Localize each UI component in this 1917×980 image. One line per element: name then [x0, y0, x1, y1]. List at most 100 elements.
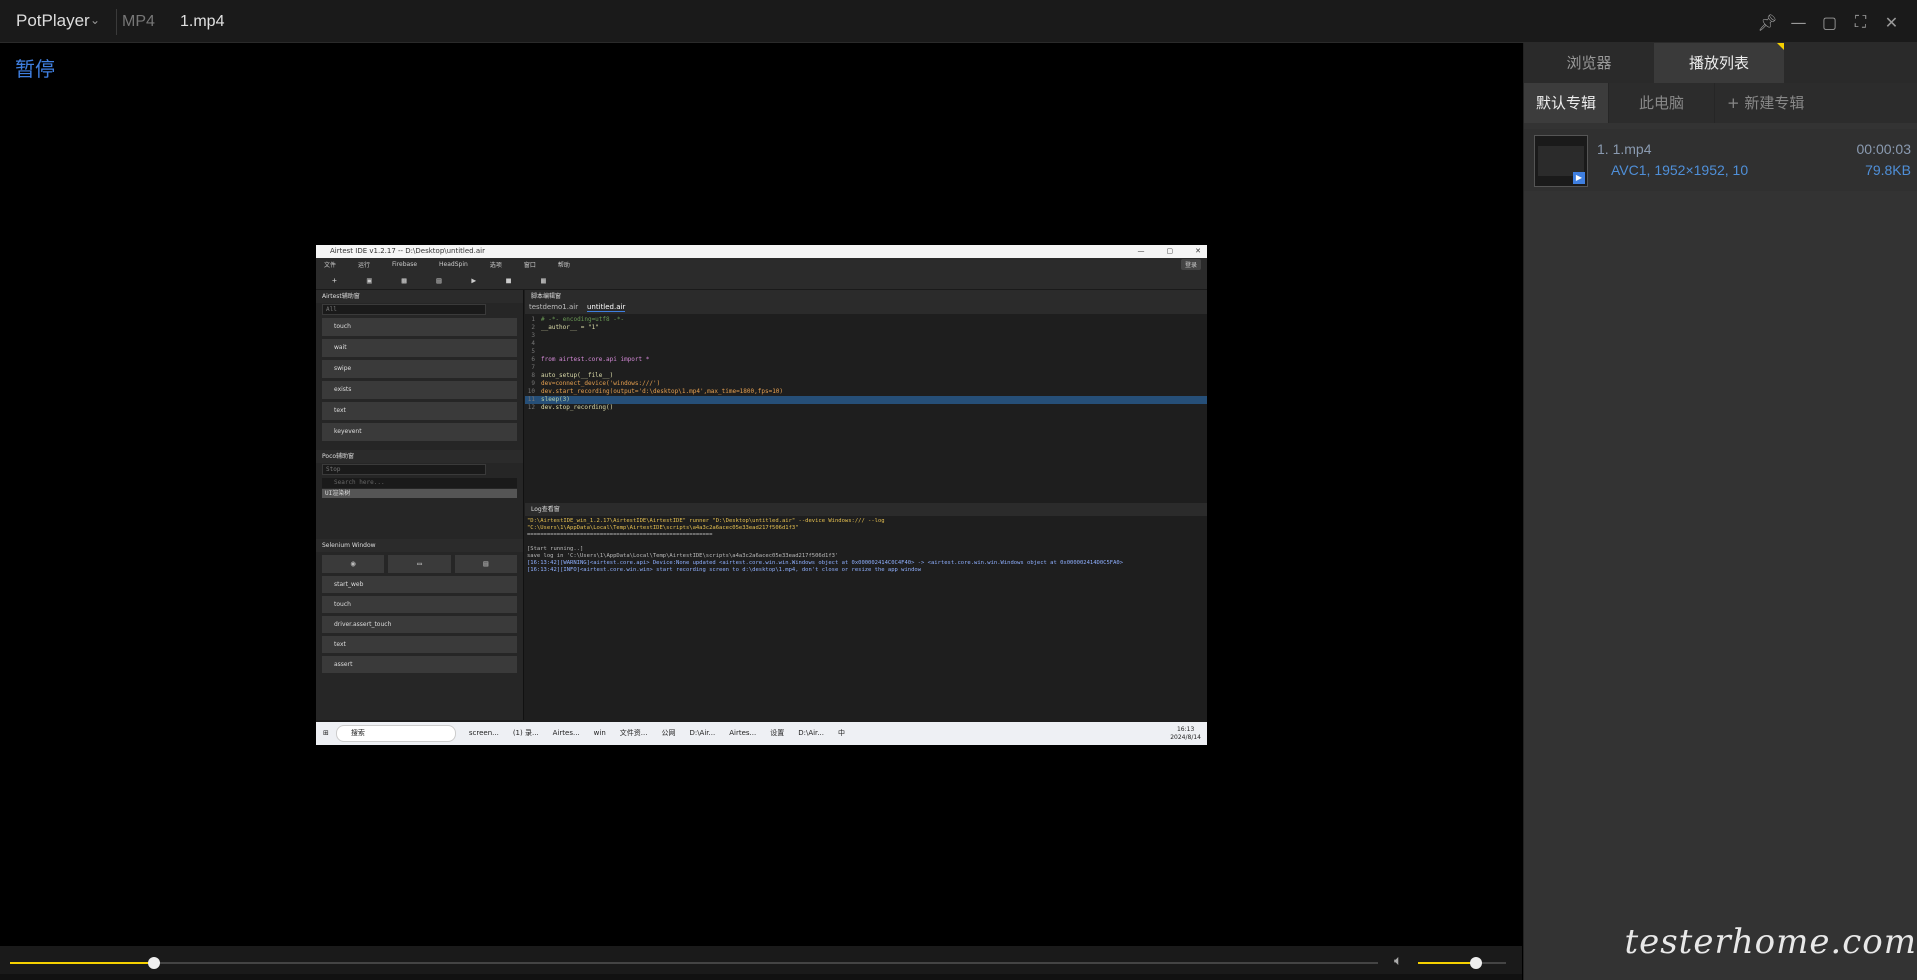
seek-bar[interactable] [10, 957, 1378, 969]
frame-start-icon: ⊞ [323, 729, 329, 737]
selenium-item: text [322, 636, 517, 653]
file-name-label: 1.mp4 [180, 13, 225, 30]
playlist-item-duration: 00:00:03 [1856, 141, 1912, 157]
frame-menu-item: 运行 [358, 262, 371, 269]
frame-menu-item: HeadSpin [439, 261, 468, 268]
selenium-item: start_web [322, 576, 517, 593]
file-format-label: MP4 [122, 13, 155, 30]
frame-login-button: 登录 [1180, 259, 1201, 270]
selenium-monitor-icon: ▭ [388, 555, 451, 573]
pin-icon[interactable]: 📌︎ [1752, 8, 1783, 36]
frame-taskbar-app: screen... [468, 729, 499, 737]
code-line: 2 __author__ = "1" [531, 324, 599, 331]
close-icon[interactable]: ✕ [1876, 8, 1907, 36]
seek-handle[interactable] [147, 957, 160, 969]
selenium-panel-title: Selenium Window [316, 539, 523, 552]
seek-bar-fill [10, 962, 154, 964]
frame-window-title: Airtest IDE v1.2.17 -- D:\Desktop\untitl… [316, 245, 1207, 258]
log-line: [Start running..] [527, 546, 584, 552]
frame-taskbar-app: Airtes... [552, 729, 580, 737]
new-album-button[interactable]: + 新建专辑 [1715, 83, 1816, 123]
maximize-icon[interactable]: ▢ [1814, 8, 1845, 36]
airtest-item: touch [322, 318, 517, 336]
frame-taskbar-search: 搜索 [335, 725, 456, 742]
minimize-icon[interactable]: — [1783, 8, 1814, 36]
log-line: save log in 'C:\Users\1\AppData\Local\Te… [527, 553, 839, 559]
album-tab-this-pc[interactable]: 此电脑 [1609, 83, 1716, 123]
airtest-panel-title: Airtest辅助窗 [316, 290, 523, 303]
code-lines: 1 # -*- encoding=utf8 -*- 2 __author__ = "… [525, 316, 1207, 412]
tab-playlist[interactable]: 播放列表 [1654, 43, 1784, 83]
frame-report-icon: ▦ [540, 275, 546, 285]
frame-window-controls: — ▢ ✕ [1137, 247, 1202, 255]
video-frame: Airtest IDE v1.2.17 -- D:\Desktop\untitl… [316, 245, 1207, 745]
frame-taskbar-app: D:\Air... [689, 729, 716, 737]
volume-icon[interactable]: 🔈︎ [1394, 953, 1412, 971]
sidebar-tabs: 浏览器 播放列表 [1524, 43, 1917, 83]
code-line: 6 from airtest.core.api import * [531, 356, 650, 363]
selenium-item: touch [322, 596, 517, 613]
volume-slider[interactable] [1418, 957, 1506, 969]
code-line: 10 dev.start_recording(output='d:\desktop… [527, 388, 784, 395]
code-line: 4 [531, 340, 535, 347]
tab-browser[interactable]: 浏览器 [1524, 43, 1654, 83]
code-line: 3 [531, 332, 535, 339]
airtest-item: text [322, 402, 517, 420]
selenium-print-icon: ▤ [454, 555, 517, 573]
frame-open-icon: ▣ [366, 275, 372, 285]
video-area[interactable]: 暂停 Airtest IDE v1.2.17 -- D:\Desktop\unt… [0, 43, 1522, 946]
frame-menu-item: 窗口 [523, 262, 536, 269]
airtest-item: swipe [322, 360, 517, 378]
frame-clock-time: 16:13 [1176, 725, 1195, 733]
frame-taskbar-app: 文件资... [619, 729, 648, 737]
poco-tree-root: UI渲染树 [322, 489, 517, 498]
airtest-item: exists [322, 381, 517, 399]
playlist-item[interactable]: ▶ 1. 1.mp4 AVC1, 1952×1952, 10 00:00:03 … [1524, 129, 1917, 191]
frame-taskbar: ⊞ 搜索 screen... (1) 录... Airtes... win 文件… [316, 722, 1207, 745]
frame-menubar: 文件 运行 Firebase HeadSpin 选项 窗口 帮助 登录 [316, 258, 1207, 271]
brand-menu-chevron-down-icon[interactable]: ⌄ [90, 13, 100, 27]
frame-window-title-text: Airtest IDE v1.2.17 -- D:\Desktop\untitl… [330, 247, 485, 255]
frame-save-icon: ▩ [401, 275, 407, 285]
code-line: 1 # -*- encoding=utf8 -*- [531, 316, 625, 323]
frame-stop-icon: ■ [506, 275, 511, 285]
playlist-item-size: 79.8KB [1865, 162, 1911, 178]
title-bar: PotPlayer ⌄ MP4 1.mp4 📌︎ — ▢ ⛶ ✕ [0, 0, 1917, 43]
code-line: 8 auto_setup(__file__) [531, 372, 614, 379]
frame-log-panel: Log查看窗 "D:\AirtestIDE_win_1.2.17\Airtest… [525, 503, 1207, 720]
frame-taskbar-app: 设置 [770, 729, 785, 737]
selenium-item: assert [322, 656, 517, 673]
volume-handle[interactable] [1470, 957, 1483, 969]
log-line: [16:13:42][INFO]<airtest.core.win.win> s… [527, 567, 922, 573]
log-panel-title: Log查看窗 [525, 503, 1207, 516]
poco-search-field: Search here... [322, 478, 517, 488]
poco-panel-title: Poco辅助窗 [316, 450, 523, 463]
frame-menu-item: 选项 [489, 262, 502, 269]
frame-taskbar-app: (1) 录... [512, 729, 539, 737]
album-tab-default[interactable]: 默认专辑 [1524, 83, 1610, 123]
frame-clock-date: 2024/8/14 [1170, 733, 1201, 741]
bottom-strip [0, 974, 1522, 980]
fullscreen-icon[interactable]: ⛶ [1845, 8, 1876, 36]
log-line: [16:13:42][WARNING]<airtest.core.api> De… [527, 560, 1124, 566]
playlist-thumbnail: ▶ [1534, 135, 1588, 187]
selenium-globe-icon: ◉ [322, 555, 385, 573]
code-line: 7 [531, 364, 535, 371]
code-line: 12 dev.stop_recording() [527, 404, 614, 411]
airtest-item: wait [322, 339, 517, 357]
frame-tray-ime: 中 [837, 729, 845, 737]
app-brand[interactable]: PotPlayer [16, 11, 90, 31]
playlist-sidebar: 浏览器 播放列表 默认专辑 此电脑 + 新建专辑 ▶ 1. 1.mp4 AVC1… [1523, 43, 1917, 980]
frame-taskbar-app: 公网 [661, 729, 676, 737]
code-line: 5 [531, 348, 535, 355]
frame-script-editor: 脚本编辑窗 testdemo1.air untitled.air 1 # -*- … [525, 290, 1207, 500]
frame-menu-item: 文件 [324, 262, 337, 269]
editor-tabs: 脚本编辑窗 testdemo1.air untitled.air [525, 290, 1207, 314]
frame-toolbar: + ▣ ▩ ▤ ▶ ■ ▦ [316, 271, 1207, 290]
log-line: "D:\AirtestIDE_win_1.2.17\AirtestIDE\Air… [527, 518, 885, 524]
playback-status-osd: 暂停 [15, 57, 55, 81]
frame-menu-item: Firebase [392, 261, 418, 268]
playing-badge-icon: ▶ [1573, 172, 1585, 184]
frame-taskbar-app: Airtes... [729, 729, 757, 737]
frame-left-panels: Airtest辅助窗 All touch wait swipe exists t… [316, 290, 524, 720]
